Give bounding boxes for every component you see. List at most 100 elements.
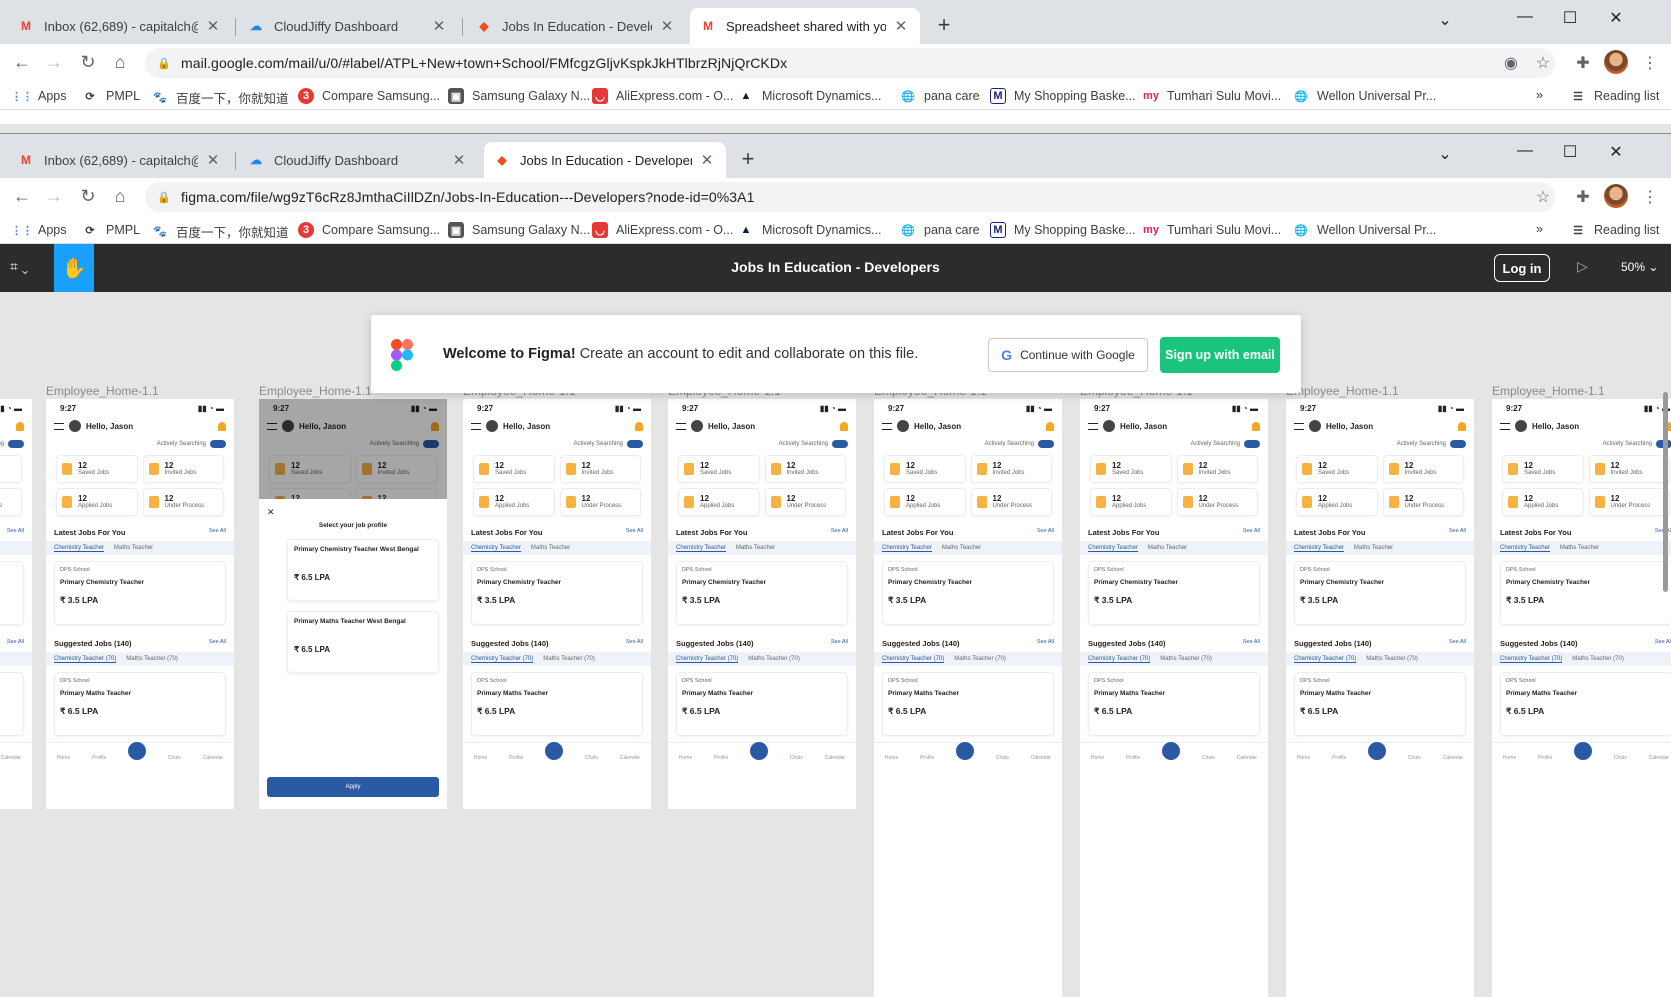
tab-chemistry[interactable]: Chemistry Teacher (70) <box>676 656 739 663</box>
nav-item[interactable]: Home <box>1503 755 1516 761</box>
tab-maths[interactable]: Maths Teacher (70) <box>1160 656 1212 662</box>
close-icon[interactable]: ✕ <box>450 151 468 169</box>
bookmark-samsung-galaxy[interactable]: ▣ Samsung Galaxy N... <box>448 222 590 238</box>
tab-gmail[interactable]: M Inbox (62,689) - capitalch@gmail ✕ <box>8 142 232 178</box>
actively-searching-toggle[interactable]: Actively Searching <box>874 437 1062 451</box>
new-tab-button[interactable]: + <box>736 146 760 172</box>
nav-item[interactable]: Chats <box>1614 755 1627 761</box>
phone-frame[interactable]: 9:27▮▮ ◔ ▬ Hello, Jason Actively Searchi… <box>0 399 32 809</box>
see-all-link[interactable]: See All <box>626 639 643 648</box>
stat-card[interactable]: 12Under Process <box>559 488 641 516</box>
tab-maths[interactable]: Maths Teacher <box>942 545 981 551</box>
bell-icon[interactable] <box>16 421 24 431</box>
nav-item[interactable]: Calendar <box>203 755 223 761</box>
actively-searching-toggle[interactable]: Actively Searching <box>0 437 32 451</box>
tab-chemistry[interactable]: Chemistry Teacher (70) <box>1294 656 1357 663</box>
vertical-scrollbar[interactable] <box>1663 392 1668 592</box>
stat-card[interactable]: 12Under Process <box>970 488 1052 516</box>
nav-item[interactable]: Home <box>57 755 70 761</box>
continue-with-google-button[interactable]: G Continue with Google <box>988 338 1148 372</box>
search-icon[interactable] <box>545 741 564 760</box>
tab-maths[interactable]: Maths Teacher <box>1354 545 1393 551</box>
nav-item[interactable]: Profile <box>714 755 728 761</box>
close-icon[interactable]: ✕ <box>892 17 910 35</box>
see-all-link[interactable]: See All <box>209 528 226 537</box>
job-card[interactable]: DPS SchoolPrimary Maths Teacher₹ 6.5 LPA <box>0 672 24 736</box>
bell-icon[interactable] <box>1458 421 1466 431</box>
tab-maths[interactable]: Maths Teacher (70) <box>748 656 800 662</box>
address-bar[interactable]: 🔒 figma.com/file/wg9zT6cRz8JmthaCiIlDZn/… <box>145 182 1555 212</box>
stat-card[interactable]: 12Applied Jobs <box>1296 488 1378 516</box>
tab-maths[interactable]: Maths Teacher (70) <box>1572 656 1624 662</box>
stat-card[interactable]: 12Under Process <box>1176 488 1258 516</box>
close-icon[interactable]: ✕ <box>658 17 676 35</box>
see-all-link[interactable]: See All <box>1449 528 1466 537</box>
stat-card[interactable]: 12 Saved Jobs <box>1090 455 1172 483</box>
tab-maths[interactable]: Maths Teacher <box>114 545 153 551</box>
nav-item[interactable]: Home <box>885 755 898 761</box>
address-bar[interactable]: 🔒 mail.google.com/mail/u/0/#label/ATPL+N… <box>145 48 1555 78</box>
hamburger-icon[interactable] <box>1294 422 1304 430</box>
actively-searching-toggle[interactable]: Actively Searching <box>668 437 856 451</box>
job-card[interactable]: DPS SchoolPrimary Chemistry Teacher₹ 3.5… <box>1500 561 1671 625</box>
tab-chemistry[interactable]: Chemistry Teacher <box>882 545 932 552</box>
bell-icon[interactable] <box>1252 421 1260 431</box>
avatar[interactable] <box>1604 184 1628 208</box>
nav-item[interactable]: Home <box>1297 755 1310 761</box>
actively-searching-toggle[interactable]: Actively Searching <box>1286 437 1474 451</box>
reading-list[interactable]: ☰ Reading list <box>1570 222 1659 238</box>
close-icon[interactable]: ✕ <box>267 507 439 518</box>
bookmark-aliexpress[interactable]: ◡ AliExpress.com - O... <box>592 222 733 238</box>
hamburger-icon[interactable] <box>882 422 892 430</box>
stat-card[interactable]: 12Applied Jobs <box>1090 488 1172 516</box>
forward-arrow-icon[interactable]: → <box>42 52 66 73</box>
see-all-link[interactable]: See All <box>1243 639 1260 648</box>
actively-searching-toggle[interactable]: Actively Searching <box>46 437 234 451</box>
job-card[interactable]: DPS SchoolPrimary Maths Teacher₹ 6.5 LPA <box>1088 672 1260 736</box>
stat-card[interactable]: 12Under Process <box>1588 488 1670 516</box>
see-all-link[interactable]: See All <box>1449 639 1466 648</box>
hamburger-icon[interactable] <box>1088 422 1098 430</box>
eye-icon[interactable]: ◉ <box>1500 53 1522 73</box>
tab-maths[interactable]: Maths Teacher (70) <box>1366 656 1418 662</box>
stat-card[interactable]: 12Applied Jobs <box>678 488 760 516</box>
nav-item[interactable]: Calendar <box>1031 755 1051 761</box>
job-card[interactable]: DPS SchoolPrimary Maths Teacher₹ 6.5 LPA <box>471 672 643 736</box>
stat-card[interactable]: 12Under Process <box>0 488 22 516</box>
job-option[interactable]: Primary Maths Teacher West Bengal ₹ 6.5 L… <box>287 611 439 673</box>
hamburger-icon[interactable] <box>1500 422 1510 430</box>
stat-card[interactable]: 12Invited Jobs <box>1588 455 1670 483</box>
tab-chemistry[interactable]: Chemistry Teacher <box>54 545 104 552</box>
tab-chemistry[interactable]: Chemistry Teacher (70) <box>471 656 534 663</box>
phone-frame[interactable]: 9:27▮▮ ◔ ▬ Hello, Jason Actively Searchi… <box>874 399 1062 997</box>
nav-item[interactable]: Home <box>679 755 692 761</box>
search-icon[interactable] <box>1162 741 1181 760</box>
bookmark-samsung-compare[interactable]: 3 Compare Samsung... <box>298 88 440 104</box>
maximize-button[interactable]: ☐ <box>1555 8 1585 28</box>
tab-maths[interactable]: Maths Teacher <box>1148 545 1187 551</box>
job-card[interactable]: DPS SchoolPrimary Chemistry Teacher₹ 3.5… <box>1294 561 1466 625</box>
bookmark-tumhari[interactable]: my Tumhari Sulu Movi... <box>1143 222 1281 238</box>
see-all-link[interactable]: See All <box>831 639 848 648</box>
nav-item[interactable]: Calendar <box>825 755 845 761</box>
hamburger-icon[interactable] <box>54 422 64 430</box>
bookmark-pmpl[interactable]: ⟳ PMPL <box>82 88 140 104</box>
job-option[interactable]: Primary Chemistry Teacher West Bengal ₹ 6… <box>287 539 439 601</box>
stat-card[interactable]: 12Under Process <box>764 488 846 516</box>
actively-searching-toggle[interactable]: Actively Searching <box>463 437 651 451</box>
job-card[interactable]: DPS SchoolPrimary Chemistry Teacher₹ 3.5… <box>1088 561 1260 625</box>
see-all-link[interactable]: See All <box>1037 639 1054 648</box>
nav-item[interactable]: Calendar <box>1 755 21 761</box>
tab-search-icon[interactable]: ⌄ <box>1430 144 1460 164</box>
see-all-link[interactable]: See All <box>209 639 226 648</box>
star-icon[interactable]: ☆ <box>1532 53 1554 73</box>
phone-frame[interactable]: 9:27▮▮ ◔ ▬ Hello, Jason Actively Searchi… <box>259 399 447 809</box>
reading-list[interactable]: ☰ Reading list <box>1570 88 1659 104</box>
back-tab-figma[interactable]: ◆ Jobs In Education - Developers – ✕ <box>466 8 686 44</box>
bookmark-apps[interactable]: ⋮⋮ Apps <box>11 88 67 104</box>
bookmark-tumhari[interactable]: my Tumhari Sulu Movi... <box>1143 88 1281 104</box>
job-card[interactable]: DPS SchoolPrimary Chemistry Teacher₹ 3.5… <box>54 561 226 625</box>
stat-card[interactable]: 12Under Process <box>1382 488 1464 516</box>
bookmark-aliexpress[interactable]: ◡ AliExpress.com - O... <box>592 88 733 104</box>
tab-search-icon[interactable]: ⌄ <box>1430 10 1460 30</box>
